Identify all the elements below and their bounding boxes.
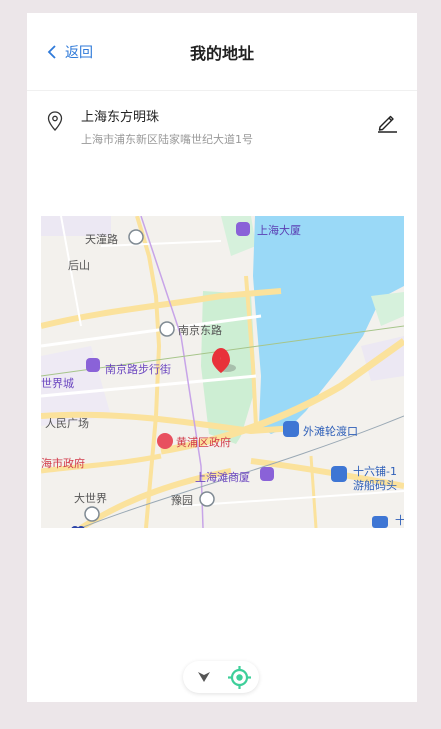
- map-label-east-nanjing-road: 南京东路: [178, 323, 222, 337]
- map-controls: [183, 661, 259, 693]
- phone-screen: 返回 我的地址 上海东方明珠 上海市浦东新区陆家嘴世纪大道1号 天潼路 后山 上…: [27, 13, 417, 702]
- location-pin-icon: [47, 111, 63, 131]
- address-item[interactable]: 上海东方明珠 上海市浦东新区陆家嘴世纪大道1号: [27, 91, 417, 171]
- map-label-shanghai-tan-mall: 上海滩商厦: [195, 470, 250, 484]
- map-label-tiantong-road: 天潼路: [85, 232, 118, 246]
- map-label-huangpu-gov: 黄浦区政府: [176, 435, 231, 449]
- map-label-houshan: 后山: [68, 259, 90, 272]
- map-label-yuyuan: 豫园: [171, 494, 193, 507]
- map-label-peoples-square: 人民广场: [45, 416, 89, 430]
- map-label-city-gov: 海市政府: [41, 456, 85, 470]
- map-label-nanjing-pedestrian-street: 南京路步行街: [105, 362, 171, 376]
- compass-arrow-icon[interactable]: [197, 670, 211, 684]
- map-label-cruise-terminal: 游船码头: [353, 478, 397, 492]
- address-name: 上海东方明珠: [81, 110, 160, 125]
- locate-icon[interactable]: [227, 665, 252, 690]
- map-label-shi: 十: [395, 513, 404, 527]
- map-label-shanghai-mansion: 上海大厦: [257, 223, 301, 237]
- address-detail: 上海市浦东新区陆家嘴世纪大道1号: [81, 133, 253, 146]
- map-label-shiliupu: 十六铺-1: [353, 464, 397, 478]
- page-title: 我的地址: [189, 44, 254, 63]
- map-label-world-city: 世界城: [41, 377, 74, 390]
- nav-bar: 返回 我的地址: [27, 13, 417, 91]
- map-view[interactable]: 天潼路 后山 上海大厦 南京东路 南京路步行街 世界城 人民广场 黄浦区政府 外…: [41, 216, 404, 528]
- edit-icon[interactable]: [376, 111, 398, 133]
- map-label-bund-ferry: 外滩轮渡口: [303, 424, 358, 438]
- map-label-da-shi-jie: 大世界: [74, 491, 107, 505]
